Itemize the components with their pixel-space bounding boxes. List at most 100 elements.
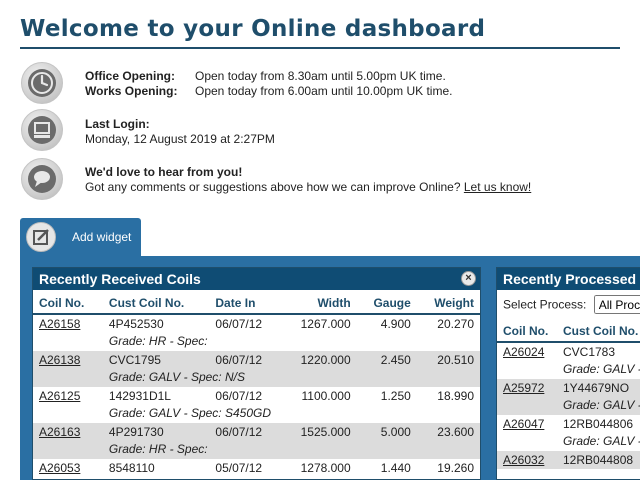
received-panel-header: Recently Received Coils × xyxy=(33,268,480,290)
col-weight[interactable]: Weight xyxy=(416,290,480,315)
edit-icon xyxy=(26,222,56,252)
received-table: Coil No. Cust Coil No. Date In Width Gau… xyxy=(33,290,480,477)
page-title: Welcome to your Online dashboard xyxy=(20,16,486,42)
works-opening-label: Works Opening: xyxy=(85,84,178,98)
grade-row: Grade: HR - Spec: xyxy=(33,441,480,459)
table-row: A26024 CVC1783 xyxy=(497,342,640,361)
office-opening-label: Office Opening: xyxy=(85,69,175,83)
received-header-row: Coil No. Cust Coil No. Date In Width Gau… xyxy=(33,290,480,315)
coil-link[interactable]: A26138 xyxy=(39,353,80,367)
clock-icon xyxy=(21,62,63,104)
processed-panel-title: Recently Processed xyxy=(503,271,637,287)
processed-header-row: Coil No. Cust Coil No. xyxy=(497,318,640,343)
col-date-in[interactable]: Date In xyxy=(209,290,281,315)
table-row: A26163 4P291730 06/07/12 1525.000 5.000 … xyxy=(33,423,480,441)
recently-received-panel: Recently Received Coils × Coil No. Cust … xyxy=(32,267,481,480)
table-row: A26032 12RB044808 xyxy=(497,451,640,469)
gauge-cell: 1.250 xyxy=(380,389,411,403)
grade-cell: Grade: GALV - xyxy=(563,434,640,448)
recently-processed-panel: Recently Processed Select Process: All P… xyxy=(496,267,640,480)
grade-cell: Grade: GALV - xyxy=(563,362,640,376)
grade-row: Grade: GALV - xyxy=(497,433,640,451)
table-row: A26053 8548110 05/07/12 1278.000 1.440 1… xyxy=(33,459,480,477)
width-cell: 1100.000 xyxy=(301,389,351,403)
coil-link[interactable]: A26163 xyxy=(39,425,80,439)
grade-cell: Grade: GALV - Spec: N/S xyxy=(102,369,480,387)
grade-row: Grade: HR - Spec: xyxy=(33,333,480,351)
received-panel-title: Recently Received Coils xyxy=(39,271,201,287)
opening-times: Office Opening: Open today from 8.30am un… xyxy=(85,69,452,99)
date-cell: 06/07/12 xyxy=(215,317,263,331)
table-row: A26158 4P452530 06/07/12 1267.000 4.900 … xyxy=(33,314,480,333)
cust-coil-cell: 142931D1L xyxy=(108,389,171,403)
table-row: A26125 142931D1L 06/07/12 1100.000 1.250… xyxy=(33,387,480,405)
last-login-label: Last Login: xyxy=(85,117,150,131)
grade-row: Grade: GALV - Spec: N/S xyxy=(33,369,480,387)
table-row: A26138 CVC1795 06/07/12 1220.000 2.450 2… xyxy=(33,351,480,369)
gauge-cell: 4.900 xyxy=(380,317,411,331)
speech-bubble-icon xyxy=(21,158,63,200)
computer-icon xyxy=(21,109,63,151)
add-widget-label: Add widget xyxy=(72,230,132,244)
date-cell: 06/07/12 xyxy=(209,351,281,369)
feedback-heading: We'd love to hear from you! xyxy=(85,165,243,179)
gauge-cell: 5.000 xyxy=(356,423,417,441)
grade-cell: Grade: HR - Spec: xyxy=(108,334,208,348)
cust-coil-cell: 1Y44679NO xyxy=(557,379,640,397)
width-cell: 1278.000 xyxy=(300,461,351,475)
grade-row: Grade: GALV - xyxy=(497,397,640,415)
table-row: A25972 1Y44679NO xyxy=(497,379,640,397)
weight-cell: 20.270 xyxy=(437,317,474,331)
coil-link[interactable]: A25972 xyxy=(503,381,544,395)
weight-cell: 19.260 xyxy=(437,461,474,475)
table-row: A26047 12RB044806 xyxy=(497,415,640,433)
col-cust-coil-no[interactable]: Cust Coil No. xyxy=(102,290,210,315)
cust-coil-cell: 8548110 xyxy=(108,461,155,475)
coil-link[interactable]: A26032 xyxy=(503,453,544,467)
weight-cell: 23.600 xyxy=(416,423,480,441)
last-login-text: Monday, 12 August 2019 at 2:27PM xyxy=(85,132,275,146)
width-cell: 1267.000 xyxy=(300,317,351,331)
gauge-cell: 2.450 xyxy=(356,351,417,369)
col-width[interactable]: Width xyxy=(280,290,357,315)
select-process-label: Select Process: xyxy=(503,297,587,312)
title-divider xyxy=(20,47,620,49)
feedback-text: Got any comments or suggestions above ho… xyxy=(85,180,461,194)
gauge-cell: 1.440 xyxy=(380,461,411,475)
col-coil-no[interactable]: Coil No. xyxy=(33,290,103,315)
cust-coil-cell: CVC1795 xyxy=(102,351,210,369)
cust-coil-cell: 4P452530 xyxy=(108,317,164,331)
grade-row: Grade: GALV - xyxy=(497,361,640,379)
width-cell: 1220.000 xyxy=(280,351,357,369)
weight-cell: 20.510 xyxy=(416,351,480,369)
date-cell: 06/07/12 xyxy=(215,389,263,403)
grade-cell: Grade: GALV - Spec: S450GD xyxy=(108,406,271,420)
grade-row: Grade: GALV - Spec: S450GD xyxy=(33,405,480,423)
process-select[interactable]: All Proc xyxy=(593,295,640,314)
date-cell: 05/07/12 xyxy=(215,461,263,475)
coil-link[interactable]: A26024 xyxy=(503,345,544,359)
grade-cell: Grade: HR - Spec: xyxy=(102,441,480,459)
coil-link[interactable]: A26047 xyxy=(503,417,544,431)
office-opening-text: Open today from 8.30am until 5.00pm UK t… xyxy=(195,69,446,83)
cust-coil-cell: 12RB044808 xyxy=(557,451,640,469)
grade-cell: Grade: GALV - xyxy=(557,397,640,415)
cust-coil-cell: 12RB044806 xyxy=(563,417,634,431)
close-icon[interactable]: × xyxy=(461,271,476,286)
last-login: Last Login: Monday, 12 August 2019 at 2:… xyxy=(85,117,275,147)
processed-table: Coil No. Cust Coil No. A26024 CVC1783 Gr… xyxy=(497,318,640,469)
col-coil-no[interactable]: Coil No. xyxy=(497,318,557,343)
col-gauge[interactable]: Gauge xyxy=(356,290,417,315)
date-cell: 06/07/12 xyxy=(209,423,281,441)
coil-link[interactable]: A26158 xyxy=(39,317,80,331)
coil-link[interactable]: A26125 xyxy=(39,389,80,403)
cust-coil-cell: CVC1783 xyxy=(563,345,616,359)
feedback-link[interactable]: Let us know! xyxy=(464,180,531,194)
feedback: We'd love to hear from you! Got any comm… xyxy=(85,165,531,195)
add-widget-tab[interactable]: Add widget xyxy=(20,218,141,256)
col-cust-coil-no[interactable]: Cust Coil No. xyxy=(557,318,640,343)
width-cell: 1525.000 xyxy=(280,423,357,441)
cust-coil-cell: 4P291730 xyxy=(102,423,210,441)
processed-panel-header: Recently Processed xyxy=(497,268,640,290)
coil-link[interactable]: A26053 xyxy=(39,461,80,475)
